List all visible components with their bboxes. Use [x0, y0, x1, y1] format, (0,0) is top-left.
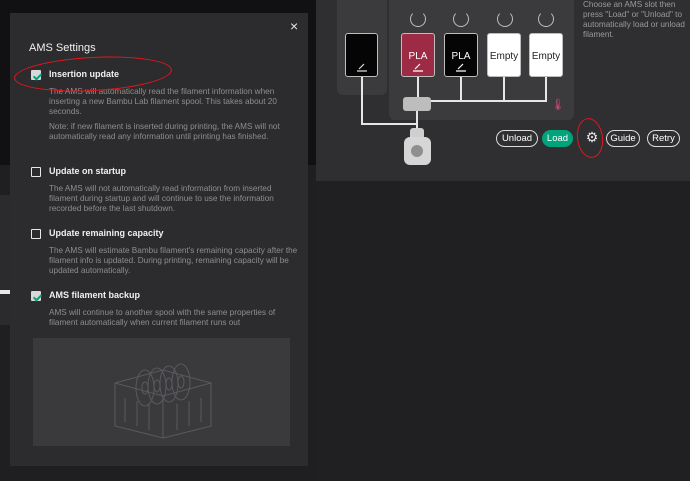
refresh-icon[interactable]: [410, 11, 426, 27]
edit-icon: [413, 63, 423, 72]
ams-hub: [403, 97, 431, 111]
unload-button[interactable]: Unload: [496, 130, 538, 147]
load-button[interactable]: Load: [542, 130, 573, 147]
update-remaining-capacity-checkbox[interactable]: [31, 229, 41, 239]
refresh-icon[interactable]: [453, 11, 469, 27]
ams-filament-backup-label: AMS filament backup: [49, 290, 141, 300]
slot-label: PLA: [451, 51, 471, 62]
filament-path: [545, 77, 547, 101]
background-lower-area: [316, 181, 690, 481]
humidity-icon[interactable]: 🌡: [551, 98, 565, 111]
ams-slot-3[interactable]: Empty: [487, 33, 521, 77]
close-icon[interactable]: ×: [290, 19, 298, 33]
update-remaining-capacity-label: Update remaining capacity: [49, 228, 164, 238]
retry-button[interactable]: Retry: [647, 130, 680, 147]
ams-slot-1[interactable]: PLA: [401, 33, 435, 77]
ams-filament-backup-description: AMS will continue to another spool with …: [49, 308, 276, 327]
extruder-icon: [404, 137, 431, 165]
filament-path: [503, 77, 505, 101]
ams-filament-backup-checkbox[interactable]: [31, 291, 41, 301]
refresh-icon[interactable]: [497, 11, 513, 27]
filament-path: [361, 123, 417, 125]
slot-label: Empty: [531, 51, 561, 62]
slot-label: PLA: [408, 51, 428, 62]
update-on-startup-label: Update on startup: [49, 166, 127, 176]
refresh-icon[interactable]: [538, 11, 554, 27]
update-on-startup-description: The AMS will not automatically read info…: [49, 184, 274, 213]
guide-button[interactable]: Guide: [606, 130, 640, 147]
external-spool-slot[interactable]: [345, 33, 378, 77]
update-remaining-capacity-description: The AMS will estimate Bambu filament's r…: [49, 246, 298, 275]
ams-drawing: [114, 363, 212, 439]
update-on-startup-checkbox[interactable]: [31, 167, 41, 177]
insertion-update-note: Note: if new filament is inserted during…: [49, 122, 280, 141]
ams-illustration: [33, 338, 290, 446]
help-text: Choose an AMS slot then press "Load" or …: [583, 0, 685, 39]
edit-icon: [456, 63, 466, 72]
filament-path: [416, 110, 418, 128]
filament-path: [417, 100, 547, 102]
edit-icon: [357, 63, 367, 72]
filament-path: [460, 77, 462, 101]
insertion-update-description: The AMS will automatically read the fila…: [49, 87, 277, 116]
filament-path: [361, 77, 363, 124]
ams-slot-4[interactable]: Empty: [529, 33, 563, 77]
dialog-title: AMS Settings: [29, 42, 96, 54]
slot-label: Empty: [489, 51, 519, 62]
ams-slot-2[interactable]: PLA: [444, 33, 478, 77]
